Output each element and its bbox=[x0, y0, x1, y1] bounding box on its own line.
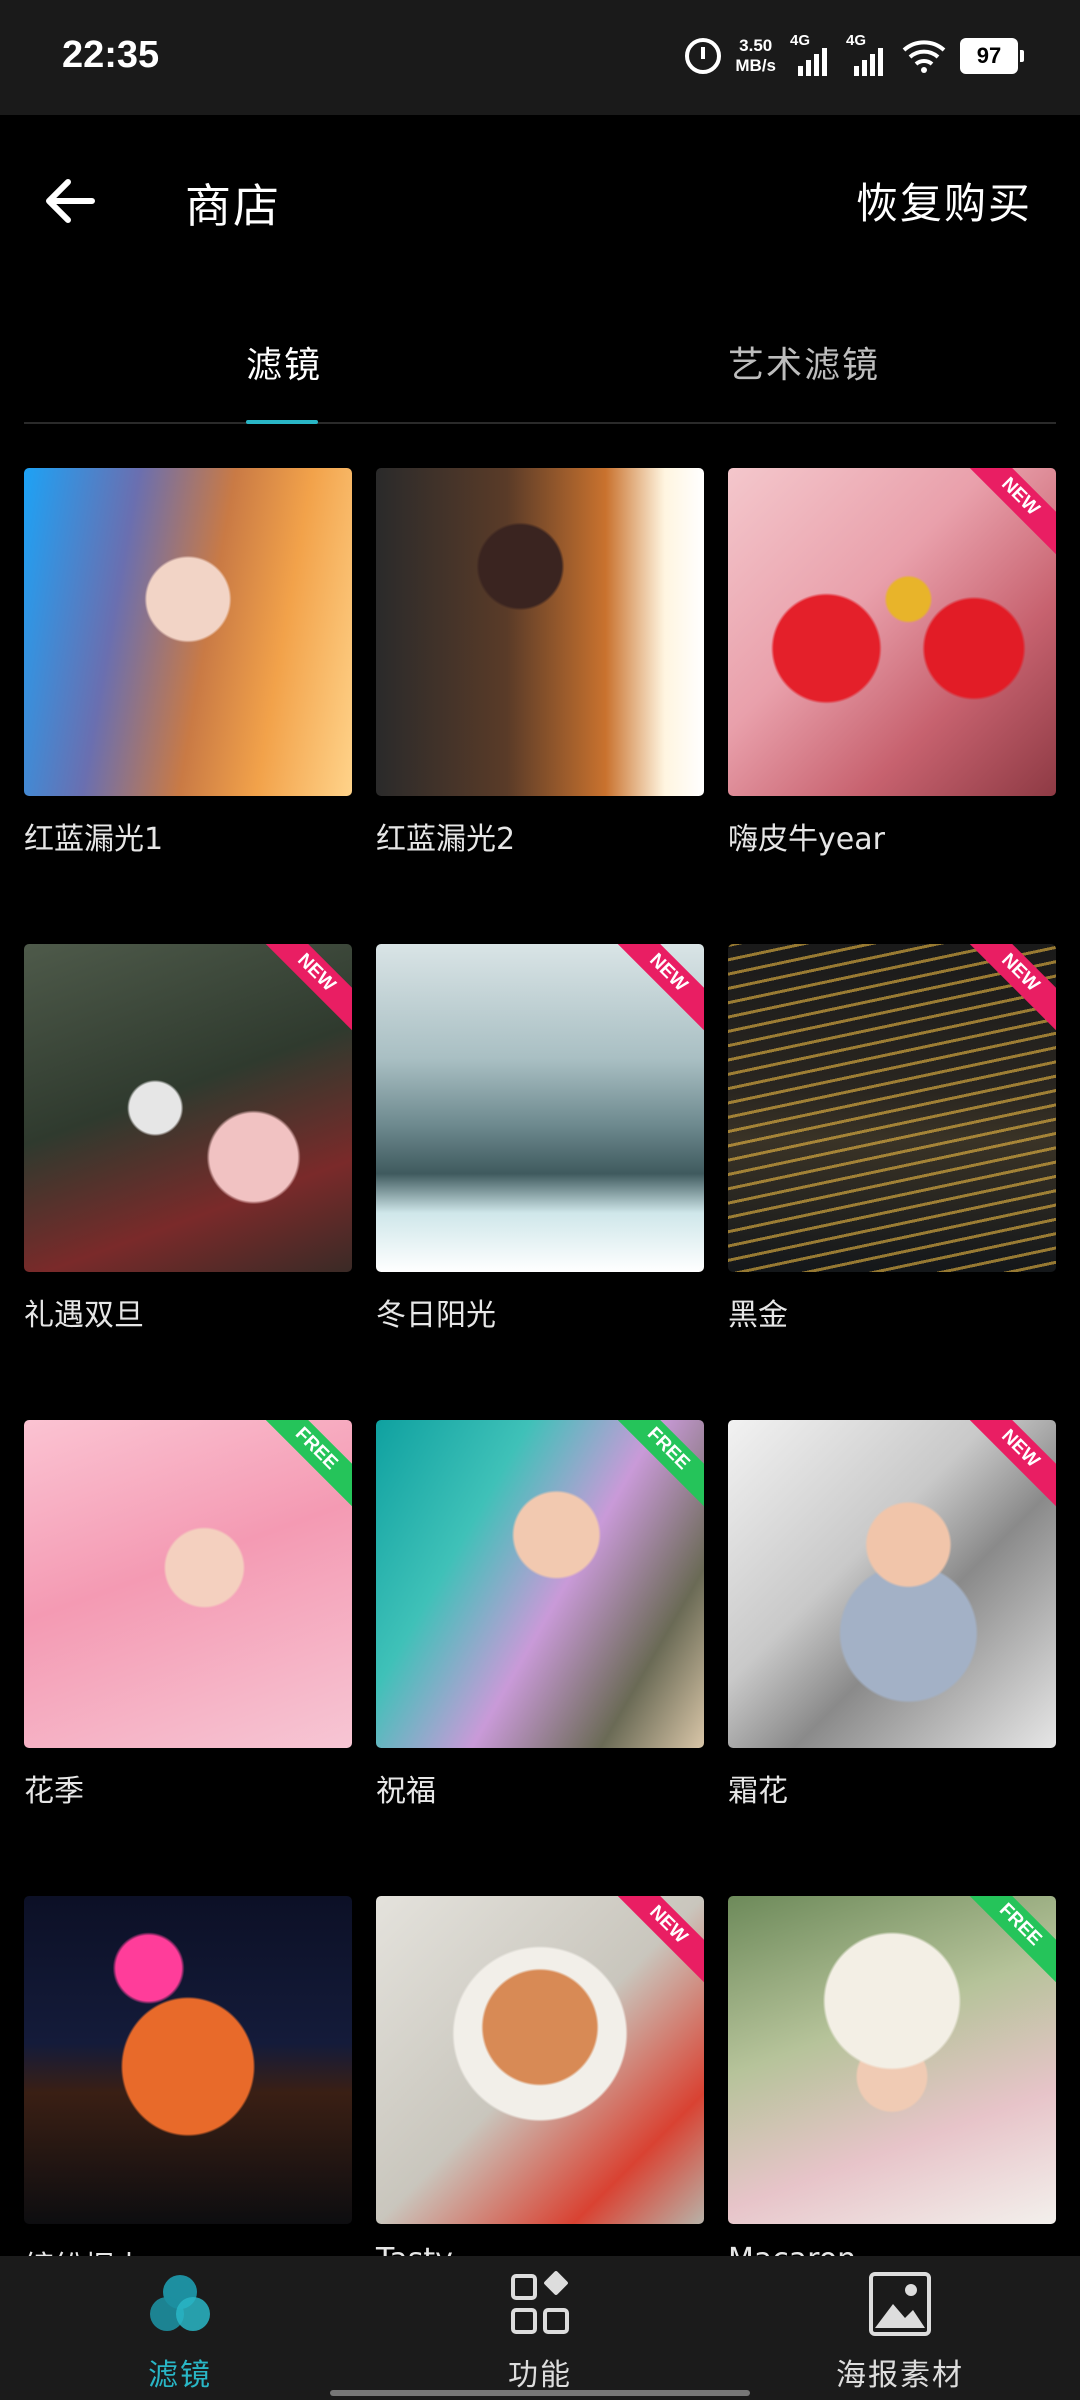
filter-name: 霜花 bbox=[728, 1774, 788, 1809]
wifi-icon bbox=[902, 40, 946, 73]
page-title: 商店 bbox=[185, 179, 281, 233]
status-bar: 22:35 3.50 MB/s 4G 4G 97 bbox=[0, 0, 1080, 115]
filter-thumbnail[interactable]: FREE bbox=[24, 1420, 352, 1748]
filter-thumbnail[interactable]: NEW bbox=[376, 1896, 704, 2224]
free-badge: FREE bbox=[255, 1420, 352, 1510]
filter-thumbnail[interactable] bbox=[24, 468, 352, 796]
new-badge: NEW bbox=[959, 944, 1056, 1034]
new-badge: NEW bbox=[959, 468, 1056, 558]
filter-card[interactable]: 缤纷烟火 bbox=[24, 1896, 352, 2286]
app-header: 商店 恢复购买 bbox=[0, 115, 1080, 285]
network-speed-unit: MB/s bbox=[735, 56, 776, 75]
arrow-left-icon[interactable] bbox=[40, 170, 102, 232]
filter-card[interactable]: FREE 祝福 bbox=[376, 1420, 704, 1810]
free-badge: FREE bbox=[959, 1896, 1056, 1986]
restore-purchase-button[interactable]: 恢复购买 bbox=[856, 170, 1032, 231]
network-speed-value: 3.50 bbox=[739, 36, 773, 55]
filter-name: 红蓝漏光1 bbox=[24, 822, 164, 857]
filter-thumbnail[interactable]: FREE bbox=[376, 1420, 704, 1748]
filter-card[interactable]: NEW 冬日阳光 bbox=[376, 944, 704, 1334]
free-badge: FREE bbox=[607, 1420, 704, 1510]
filter-name: 礼遇双旦 bbox=[24, 1298, 144, 1333]
tab-art-filters[interactable]: 艺术滤镜 bbox=[728, 336, 880, 388]
tab-active-indicator bbox=[246, 420, 318, 424]
filter-card[interactable]: NEW 黑金 bbox=[728, 944, 1056, 1334]
nav-filters[interactable]: 滤镜 bbox=[70, 2270, 290, 2394]
filter-thumbnail[interactable] bbox=[376, 468, 704, 796]
filter-thumbnail[interactable]: NEW bbox=[376, 944, 704, 1272]
filter-thumbnail[interactable]: NEW bbox=[728, 468, 1056, 796]
category-tabs: 滤镜 艺术滤镜 bbox=[24, 300, 1056, 424]
filter-thumbnail[interactable] bbox=[24, 1896, 352, 2224]
alarm-icon bbox=[685, 38, 722, 74]
bottom-navigation: 滤镜 功能 海报素材 bbox=[0, 2256, 1080, 2400]
grid-apps-icon bbox=[511, 2271, 569, 2334]
tab-filters[interactable]: 滤镜 bbox=[246, 336, 322, 388]
image-icon bbox=[869, 2272, 931, 2336]
new-badge: NEW bbox=[607, 944, 704, 1034]
nav-filters-label: 滤镜 bbox=[148, 2358, 212, 2393]
filter-card[interactable]: FREE 花季 bbox=[24, 1420, 352, 1810]
filter-name: 红蓝漏光2 bbox=[376, 822, 516, 857]
filter-card[interactable]: 红蓝漏光1 bbox=[24, 468, 352, 858]
filter-card[interactable]: 红蓝漏光2 bbox=[376, 468, 704, 858]
filter-name: 嗨皮牛year bbox=[728, 822, 885, 857]
signal-icon: 4G bbox=[790, 32, 832, 76]
filter-card[interactable]: NEW 礼遇双旦 bbox=[24, 944, 352, 1334]
nav-poster-assets[interactable]: 海报素材 bbox=[790, 2270, 1010, 2394]
new-badge: NEW bbox=[607, 1896, 704, 1986]
sim1-label: 4G bbox=[790, 32, 811, 49]
filter-circles-icon bbox=[150, 2275, 210, 2331]
filter-name: 花季 bbox=[24, 1774, 84, 1809]
filter-name: 冬日阳光 bbox=[376, 1298, 496, 1333]
status-time: 22:35 bbox=[62, 34, 160, 76]
sim2-label: 4G bbox=[846, 32, 867, 49]
filter-card[interactable]: NEW 嗨皮牛year bbox=[728, 468, 1056, 858]
battery-icon: 97 bbox=[960, 38, 1024, 74]
filter-name: 黑金 bbox=[728, 1298, 788, 1333]
filter-thumbnail[interactable]: NEW bbox=[728, 944, 1056, 1272]
network-speed: 3.50 MB/s bbox=[735, 36, 776, 76]
home-indicator[interactable] bbox=[330, 2390, 750, 2396]
nav-poster-assets-label: 海报素材 bbox=[836, 2358, 964, 2393]
signal-icon: 4G bbox=[846, 32, 888, 76]
filter-thumbnail[interactable]: NEW bbox=[24, 944, 352, 1272]
nav-features[interactable]: 功能 bbox=[430, 2270, 650, 2394]
new-badge: NEW bbox=[255, 944, 352, 1034]
filter-card[interactable]: FREE Macaron bbox=[728, 1896, 1056, 2277]
filter-card[interactable]: NEW Tasty bbox=[376, 1896, 704, 2277]
new-badge: NEW bbox=[959, 1420, 1056, 1510]
filter-thumbnail[interactable]: FREE bbox=[728, 1896, 1056, 2224]
filter-name: 祝福 bbox=[376, 1774, 436, 1809]
filter-card[interactable]: NEW 霜花 bbox=[728, 1420, 1056, 1810]
nav-features-label: 功能 bbox=[508, 2358, 572, 2393]
filter-thumbnail[interactable]: NEW bbox=[728, 1420, 1056, 1748]
